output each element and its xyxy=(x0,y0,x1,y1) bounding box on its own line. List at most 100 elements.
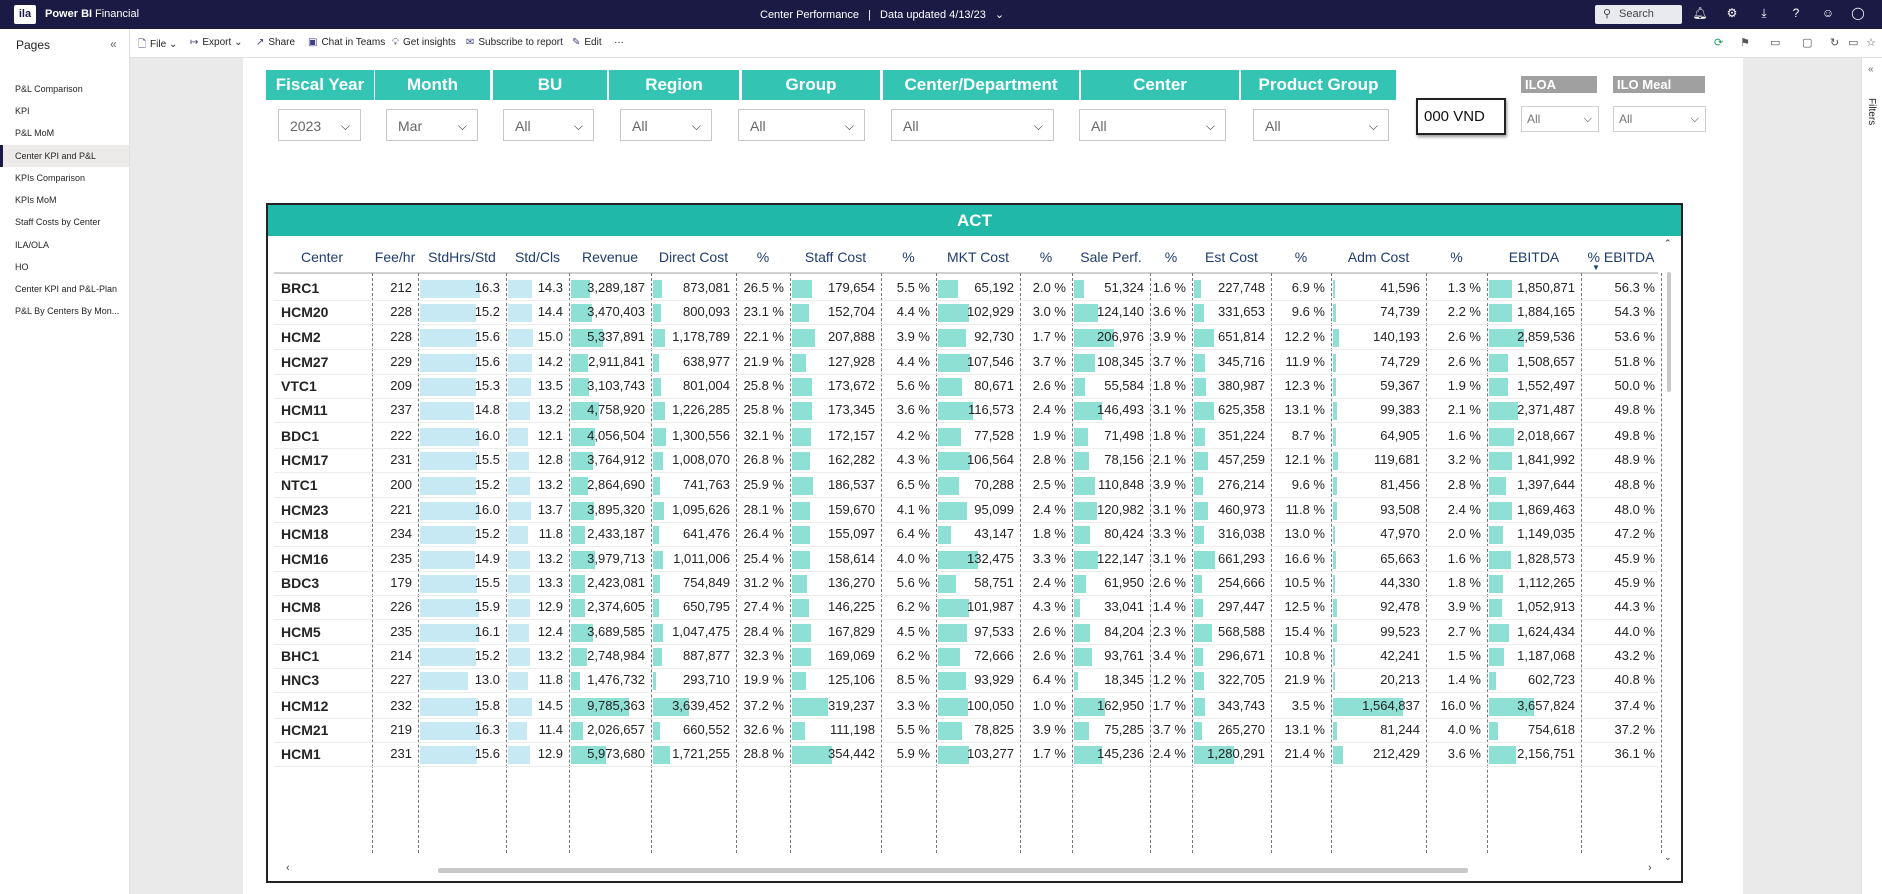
vertical-scroll-thumb[interactable] xyxy=(1667,272,1671,392)
column-header[interactable]: EBITDA xyxy=(1487,242,1581,272)
iloa-dropdown[interactable]: All ⌵ xyxy=(1521,106,1599,132)
favorite-icon[interactable]: ☆ xyxy=(1866,36,1876,49)
column-header[interactable]: % xyxy=(736,242,790,272)
page-tab[interactable]: Center KPI and P&L-Plan xyxy=(0,278,129,300)
column-header[interactable]: % xyxy=(1271,242,1331,272)
file-menu[interactable]: 🗋︎ File ⌄ xyxy=(138,37,177,54)
table-cell: 602,723 xyxy=(1487,667,1579,693)
reload-icon[interactable]: ↻ xyxy=(1830,36,1839,49)
scroll-left-icon[interactable]: ‹ xyxy=(286,862,290,874)
table-cell: 14.5 xyxy=(506,693,567,719)
bu-dropdown[interactable]: All ⌵ xyxy=(503,109,594,141)
cell-value: 13.7 xyxy=(537,502,563,517)
column-header[interactable]: Staff Cost xyxy=(790,242,881,272)
cell-value: 125,106 xyxy=(828,672,875,687)
filters-pane[interactable]: « Filters xyxy=(1861,58,1882,894)
workspace-name[interactable]: Financial xyxy=(95,8,139,20)
page-tab[interactable]: P&L Comparison xyxy=(0,78,129,100)
page-tab[interactable]: ILA/OLA xyxy=(0,234,129,256)
scroll-down-icon[interactable]: ⌄ xyxy=(1664,852,1672,863)
table-cell: 234 xyxy=(372,521,416,547)
fiscal-year-dropdown[interactable]: 2023 ⌵ xyxy=(278,109,361,141)
report-title-area[interactable]: Center Performance | Data updated 4/13/2… xyxy=(760,8,1004,21)
table-cell: 9.6 % xyxy=(1271,299,1329,325)
comment-icon[interactable]: ▭ xyxy=(1848,36,1858,49)
feedback-icon[interactable]: ☺ xyxy=(1820,6,1836,20)
column-header[interactable]: % xyxy=(1150,242,1192,272)
export-menu[interactable]: ↦ Export ⌄ xyxy=(190,37,242,48)
group-dropdown[interactable]: All ⌵ xyxy=(738,109,865,141)
column-header[interactable]: Est Cost xyxy=(1192,242,1271,272)
column-header[interactable]: Fee/hr xyxy=(372,242,418,272)
page-tab[interactable]: Staff Costs by Center xyxy=(0,211,129,233)
column-header[interactable]: % xyxy=(1020,242,1072,272)
column-header[interactable]: % xyxy=(1426,242,1487,272)
page-tab[interactable]: KPI xyxy=(0,100,129,122)
app-name[interactable]: Power BI xyxy=(45,8,92,20)
edit-button[interactable]: ✎ Edit xyxy=(572,37,602,48)
collapse-icon[interactable]: « xyxy=(110,37,117,51)
column-header[interactable]: Sale Perf. xyxy=(1072,242,1150,272)
table-cell: 3.1 % xyxy=(1150,397,1190,423)
table-cell: 14.4 xyxy=(506,299,567,325)
region-dropdown[interactable]: All ⌵ xyxy=(620,109,712,141)
column-header[interactable]: Direct Cost xyxy=(651,242,736,272)
bookmark-icon[interactable]: ⚑ xyxy=(1740,36,1750,49)
chat-in-teams-button[interactable]: ▣ Chat in Teams xyxy=(308,37,385,48)
window-icon[interactable]: ▢ xyxy=(1802,36,1812,49)
data-bar xyxy=(938,526,951,544)
cell-value: 3.6 % xyxy=(1447,746,1481,761)
cell-value: 214 xyxy=(390,648,412,663)
refresh-status-icon[interactable]: ⟳ xyxy=(1714,36,1723,49)
page-tab[interactable]: KPIs MoM xyxy=(0,189,129,211)
subscribe-button[interactable]: ✉ Subscribe to report xyxy=(466,37,563,48)
column-header[interactable]: Center xyxy=(274,242,370,272)
filters-label: Filters xyxy=(1866,98,1877,126)
cell-value: 10.8 % xyxy=(1284,648,1325,663)
column-header[interactable]: % xyxy=(881,242,936,272)
scroll-up-icon[interactable]: ⌃ xyxy=(1664,238,1672,249)
unit-label: 000 VND xyxy=(1416,98,1506,135)
center-department-dropdown[interactable]: All ⌵ xyxy=(891,109,1054,141)
cell-value: 460,973 xyxy=(1218,502,1265,517)
scroll-right-icon[interactable]: › xyxy=(1648,862,1652,874)
horizontal-scroll-thumb[interactable] xyxy=(438,868,1468,873)
product-group-dropdown[interactable]: All ⌵ xyxy=(1253,109,1389,141)
app-logo[interactable]: ila xyxy=(14,5,36,24)
page-tab[interactable]: P&L By Centers By Mon... xyxy=(0,300,129,322)
share-button[interactable]: ↗ Share xyxy=(256,37,295,48)
column-header[interactable]: Revenue xyxy=(569,242,651,272)
get-insights-button[interactable]: 💡︎ Get insights xyxy=(392,37,456,48)
center-dropdown[interactable]: All ⌵ xyxy=(1079,109,1226,141)
column-header[interactable]: MKT Cost xyxy=(936,242,1020,272)
download-icon[interactable]: ⤓ xyxy=(1756,6,1772,21)
column-header[interactable]: Std/Cls xyxy=(506,242,569,272)
cell-value: 4.3 % xyxy=(1032,599,1066,614)
cell-value: 14.9 xyxy=(474,551,500,566)
search-box[interactable]: ⚲ Search xyxy=(1595,5,1682,24)
page-tab[interactable]: KPIs Comparison xyxy=(0,167,129,189)
page-tab[interactable]: HO xyxy=(0,256,129,278)
data-bar xyxy=(420,698,478,716)
column-header[interactable]: StdHrs/Std xyxy=(418,242,506,272)
table-cell: 4.5 % xyxy=(881,619,934,645)
help-icon[interactable]: ? xyxy=(1788,6,1804,20)
column-header[interactable]: Adm Cost xyxy=(1331,242,1426,272)
page-tab[interactable]: P&L MoM xyxy=(0,122,129,144)
cell-value: 9.6 % xyxy=(1291,477,1325,492)
month-dropdown[interactable]: Mar ⌵ xyxy=(386,109,478,141)
more-options-button[interactable]: ··· xyxy=(614,37,624,48)
table-cell: 354,442 xyxy=(790,741,879,767)
data-bar xyxy=(508,452,529,470)
view-icon[interactable]: ▭ xyxy=(1770,36,1780,49)
vertical-scrollbar[interactable]: ⌃ ⌄ xyxy=(1664,238,1673,863)
horizontal-scrollbar[interactable]: ‹ › xyxy=(278,862,1663,877)
bell-icon[interactable]: 🔔︎ xyxy=(1692,6,1708,20)
account-icon[interactable]: ◯ xyxy=(1850,6,1866,20)
ilo-meal-dropdown[interactable]: All ⌵ xyxy=(1613,106,1706,132)
page-tab[interactable]: Center KPI and P&L xyxy=(0,145,129,167)
table-cell: 28.4 % xyxy=(736,619,788,645)
center-name-cell: HCM17 xyxy=(274,447,370,473)
expand-icon[interactable]: « xyxy=(1868,64,1874,75)
gear-icon[interactable]: ⚙ xyxy=(1724,6,1740,20)
